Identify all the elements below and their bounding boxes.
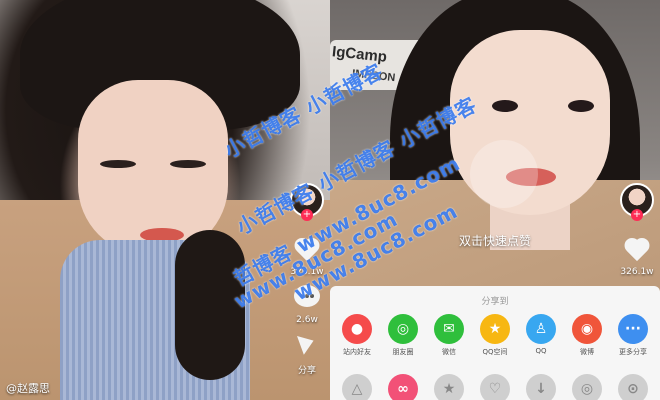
share-sheet-title: 分享到	[481, 297, 509, 307]
share-target-5[interactable]: ♙ QQ	[520, 314, 562, 357]
qzone-icon: ★	[480, 314, 510, 344]
moments-icon: ◎	[388, 314, 418, 344]
follow-plus-icon-right[interactable]: +	[631, 209, 643, 221]
like-heart-icon-right[interactable]	[622, 237, 652, 265]
warning-icon: △	[342, 374, 372, 400]
share-action-3[interactable]: ★	[428, 374, 470, 400]
star-icon: ★	[434, 374, 464, 400]
share-action-1[interactable]: △	[336, 374, 378, 400]
share-target-label: 更多分享	[619, 348, 647, 356]
link-icon: ∞	[388, 374, 418, 400]
share-target-3[interactable]: ✉ 微信	[428, 314, 470, 357]
qq-icon: ♙	[526, 314, 556, 344]
share-target-label: 站内好友	[343, 348, 371, 356]
share-label: 分享	[297, 366, 316, 376]
share-target-label: QQ	[535, 347, 547, 355]
share-action-2[interactable]: ∞	[382, 374, 424, 400]
share-target-7[interactable]: ··· 更多分享	[612, 314, 654, 357]
more-icon: ···	[618, 314, 648, 344]
follow-plus-icon[interactable]: +	[301, 209, 313, 221]
tap-ripple	[470, 140, 538, 208]
share-target-4[interactable]: ★ QQ空间	[474, 314, 516, 357]
chat-icon: ●	[342, 314, 372, 344]
share-target-label: 微信	[442, 348, 456, 356]
creator-username[interactable]: @赵露思	[6, 380, 50, 396]
weibo-icon: ◉	[572, 314, 602, 344]
share-target-row: ● 站内好友 ◎ 朋友圈 ✉ 微信 ★ QQ空间 ♙ QQ ◉ 微博 ··· 更多分享	[336, 314, 654, 357]
share-target-label: 微博	[580, 348, 594, 356]
share-action-7[interactable]: ⊙	[612, 374, 654, 400]
share-target-1[interactable]: ● 站内好友	[336, 314, 378, 357]
comment-count: 2.6w	[296, 315, 318, 325]
share-arrow-icon[interactable]	[292, 331, 322, 361]
creator-avatar-right[interactable]: +	[620, 183, 654, 221]
loop-icon: ⊙	[618, 374, 648, 400]
share-target-label: 朋友圈	[392, 348, 414, 356]
share-target-label: QQ空间	[482, 348, 508, 356]
share-action-5[interactable]: ↓	[520, 374, 562, 400]
share-sheet: 分享到 ● 站内好友 ◎ 朋友圈 ✉ 微信 ★ QQ空间 ♙ QQ ◉ 微博 ··· 更多分享 △ ∞ ★…	[330, 286, 660, 400]
share-target-6[interactable]: ◉ 微博	[566, 314, 608, 357]
wechat-icon: ✉	[434, 314, 464, 344]
action-column-right: + 326.1w	[620, 183, 654, 277]
like-count-right: 326.1w	[620, 267, 654, 277]
download-icon: ↓	[526, 374, 556, 400]
duet-icon: ◎	[572, 374, 602, 400]
share-action-row: △ ∞ ★ ♡ ↓ ◎ ⊙	[336, 374, 654, 400]
share-action-4[interactable]: ♡	[474, 374, 516, 400]
share-target-2[interactable]: ◎ 朋友圈	[382, 314, 424, 357]
share-action-6[interactable]: ◎	[566, 374, 608, 400]
heart-broken-icon: ♡	[480, 374, 510, 400]
